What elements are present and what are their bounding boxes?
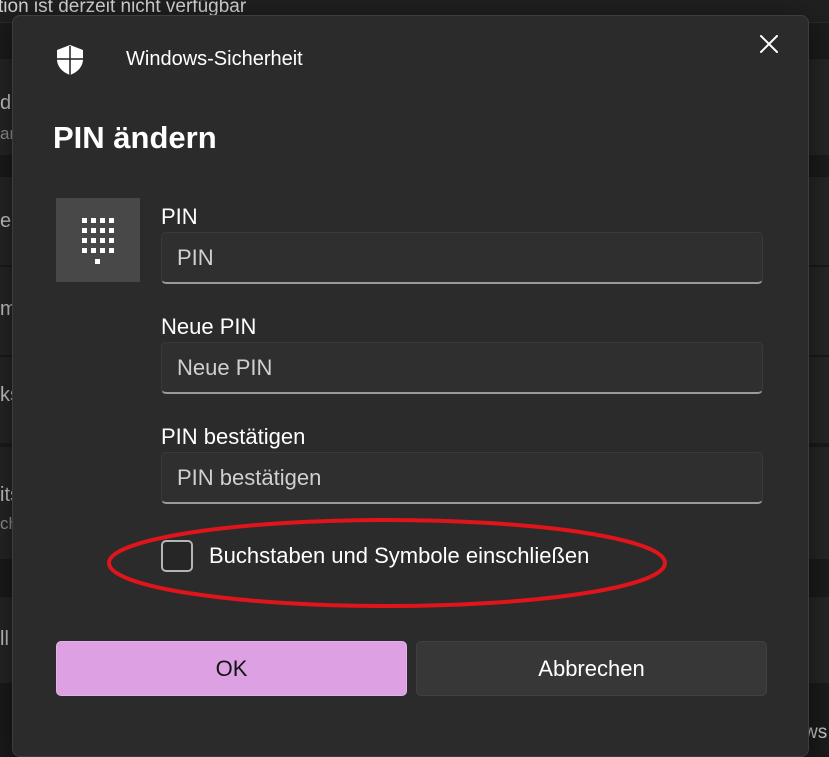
keypad-tile	[56, 198, 140, 282]
include-letters-symbols-checkbox[interactable]	[161, 540, 193, 572]
confirm-pin-label: PIN bestätigen	[161, 424, 306, 449]
cancel-button-label: Abbrechen	[538, 655, 645, 681]
ok-button[interactable]: OK	[56, 641, 407, 696]
background-text-fragment: d	[0, 92, 12, 114]
pin-input[interactable]	[161, 232, 763, 284]
new-pin-input[interactable]	[161, 342, 763, 394]
dialog-app-title: Windows-Sicherheit	[126, 48, 303, 70]
new-pin-label: Neue PIN	[161, 314, 257, 339]
close-icon	[760, 34, 778, 58]
dialog-heading: PIN ändern	[53, 120, 217, 155]
pin-label: PIN	[161, 204, 198, 229]
include-letters-symbols-option[interactable]: Buchstaben und Symbole einschließen	[161, 540, 589, 572]
include-letters-symbols-label: Buchstaben und Symbole einschließen	[209, 543, 590, 568]
background-text-fragment: ll	[0, 628, 9, 650]
close-button[interactable]	[753, 30, 785, 62]
cancel-button[interactable]: Abbrechen	[416, 641, 767, 696]
change-pin-dialog: Windows-Sicherheit PIN ändern PIN Neue P…	[12, 15, 809, 757]
shield-icon	[55, 44, 85, 76]
confirm-pin-input[interactable]	[161, 452, 763, 504]
ok-button-label: OK	[215, 655, 248, 681]
